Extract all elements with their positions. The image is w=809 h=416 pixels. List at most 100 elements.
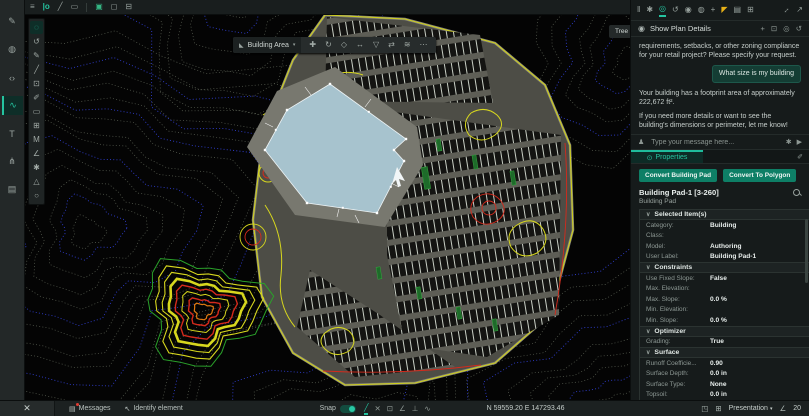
section-title: Surface [654, 349, 679, 356]
popout-icon[interactable]: ↗ [796, 4, 803, 16]
snap-off-icon[interactable]: ✕ [374, 404, 380, 413]
chat-icon[interactable]: ◎ [659, 3, 666, 17]
grid-icon[interactable]: ⊞ [747, 4, 754, 16]
columns-icon[interactable]: ‖ [637, 4, 640, 16]
dev-code-icon[interactable]: ‹› [2, 68, 23, 87]
panel-minus-icon[interactable]: ⊟ [125, 3, 132, 11]
projects-briefcase-icon[interactable]: ▤ [2, 180, 23, 199]
expand-icon[interactable]: ↔ [779, 3, 793, 17]
section-header[interactable]: ∨Selected Item(s) [640, 209, 809, 220]
building-area-selector[interactable]: ◣ Building Area ▾ [233, 37, 301, 53]
property-value[interactable]: False [710, 275, 809, 282]
map-canvas[interactable]: ◌↺✎╱⊡✐▭⊞M∠✱△○ ◣ Building Area ▾ ✚ ↻ ◇ ↔ ▽ ⇄ ≋ ⋯… [25, 15, 630, 400]
measure-angle-icon[interactable]: ∠ [30, 147, 43, 160]
search-icon[interactable] [793, 189, 801, 197]
add-icon[interactable]: + [760, 24, 764, 33]
edit-properties-icon[interactable]: ✐ [797, 153, 803, 161]
add-icon[interactable]: + [711, 4, 716, 16]
property-value[interactable]: 0.0 in [710, 391, 809, 398]
move-icon[interactable]: ✚ [309, 41, 316, 49]
menu-icon[interactable]: ≡ [30, 3, 35, 11]
identify-element-button[interactable]: ↖ Identify element [125, 405, 183, 413]
chat-settings-icon[interactable]: ✱ [786, 138, 792, 146]
property-value[interactable]: 0.90 [710, 360, 809, 367]
undo-icon[interactable]: ↺ [30, 35, 43, 48]
area-icon: ◣ [239, 42, 244, 49]
property-row: Min. Elevation: [640, 305, 809, 316]
mirror-icon[interactable]: ⇄ [388, 41, 395, 49]
snap-point-icon[interactable]: |o [43, 3, 50, 11]
window-icon[interactable]: ⊡ [771, 24, 777, 33]
snap-grid-icon[interactable]: ⊡ [387, 404, 393, 413]
property-value[interactable]: Building Pad-1 [710, 253, 809, 260]
property-row: Surface Depth:0.0 in [640, 369, 809, 380]
presentation-mode-select[interactable]: Presentation ▾ [729, 405, 773, 412]
more-icon[interactable]: ⋯ [420, 41, 428, 49]
property-value[interactable]: 0.0 % [710, 317, 809, 324]
circle-tool-icon[interactable]: ○ [30, 189, 43, 202]
folder-icon[interactable]: ▤ [734, 4, 742, 16]
send-icon[interactable]: ▶ [797, 138, 802, 146]
section-header[interactable]: ∨Surface [640, 347, 809, 358]
property-value[interactable]: None [710, 381, 809, 388]
snap-line-icon[interactable]: ╱ [364, 403, 369, 415]
settings-gear-icon[interactable]: ✱ [646, 4, 653, 16]
property-value[interactable]: True [710, 338, 809, 345]
explore-globe-icon[interactable]: ◍ [2, 40, 23, 59]
draw-rectangle-icon[interactable]: ▭ [30, 105, 43, 118]
vertex-icon[interactable]: ◇ [341, 41, 347, 49]
lasso-select-icon[interactable]: ◌ [30, 21, 43, 34]
snap-label: Snap [320, 405, 336, 412]
line-tool-icon[interactable]: ╱ [58, 3, 63, 11]
duplicate-icon[interactable]: ⊞ [30, 119, 43, 132]
section-header[interactable]: ∨Constraints [640, 262, 809, 273]
markup-pen-icon[interactable]: ✎ [2, 12, 23, 31]
tools-button[interactable]: ✕ [0, 401, 55, 416]
settings-gear-icon[interactable]: ✱ [30, 161, 43, 174]
history-icon[interactable]: ↺ [796, 24, 802, 33]
snap-toggle[interactable] [340, 405, 356, 413]
property-row: Class: [640, 231, 809, 242]
rotate-icon[interactable]: ↻ [325, 41, 332, 49]
draw-pencil-icon[interactable]: ✎ [30, 49, 43, 62]
property-value[interactable]: Authoring [710, 243, 809, 250]
snap-perp-icon[interactable]: ⊥ [412, 404, 419, 413]
text-tool-icon[interactable]: T [2, 124, 23, 143]
terrain-icon[interactable]: △ [30, 175, 43, 188]
tree-layer-button[interactable]: Tree [609, 25, 630, 38]
section-header[interactable]: ∨Optimizer [640, 326, 809, 337]
properties-scrollbar[interactable] [805, 219, 808, 283]
view-controls: ◳ ⊞ Presentation ▾ ∠ 20 [701, 404, 809, 413]
property-value[interactable]: 0.0 % [710, 296, 809, 303]
target-icon[interactable]: ◎ [783, 24, 790, 33]
tab-properties[interactable]: ⊙ Properties [631, 150, 703, 163]
measure-m-icon[interactable]: M [30, 133, 43, 146]
marquee-select-icon[interactable]: ⊡ [30, 77, 43, 90]
section-title: Constraints [654, 264, 692, 271]
share-network-icon[interactable]: ⋔ [2, 152, 23, 171]
polygon-icon[interactable]: ▽ [373, 41, 379, 49]
messages-button[interactable]: ▤ Messages [69, 405, 111, 413]
view-cube-icon[interactable]: ◳ [701, 404, 708, 413]
section-title: Selected Item(s) [654, 211, 706, 218]
chat-input[interactable] [649, 138, 780, 147]
draw-line-icon[interactable]: ╱ [30, 63, 43, 76]
view-layers-icon[interactable]: ⊞ [715, 404, 721, 413]
scale-icon[interactable]: ↔ [356, 41, 364, 49]
flag-warning-icon[interactable]: ◤ [721, 4, 727, 16]
layers-green-icon[interactable]: ▣ [95, 3, 103, 11]
snap-angle-icon[interactable]: ∠ [399, 404, 406, 413]
edit-vertex-icon[interactable]: ✐ [30, 91, 43, 104]
offset-icon[interactable]: ≋ [404, 41, 411, 49]
convert-to-polygon-button[interactable]: Convert To Polygon [723, 169, 796, 182]
convert-building-pad-button[interactable]: Convert Building Pad [639, 169, 717, 182]
property-value[interactable]: 0.0 in [710, 370, 809, 377]
property-value[interactable]: Building [710, 222, 809, 229]
lock-icon[interactable]: ◉ [685, 4, 692, 16]
utilities-pipe-icon[interactable]: ∿ [2, 96, 23, 115]
rectangle-tool-icon[interactable]: ▭ [71, 3, 79, 11]
globe-icon[interactable]: ◍ [698, 4, 705, 16]
snap-arc-icon[interactable]: ∿ [424, 404, 430, 413]
history-icon[interactable]: ↺ [672, 4, 679, 16]
panel-box-icon[interactable]: ◻ [111, 3, 118, 11]
